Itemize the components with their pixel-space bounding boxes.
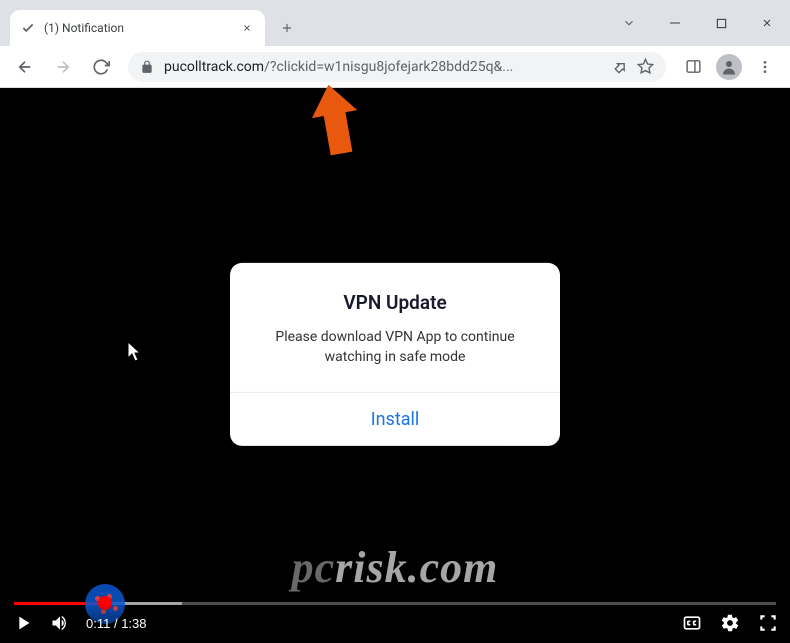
install-button[interactable]: Install [371,408,420,429]
side-panel-icon[interactable] [676,50,710,84]
captions-icon[interactable] [682,613,702,633]
fullscreen-icon[interactable] [758,613,778,633]
volume-icon[interactable] [50,613,70,633]
page-content: VPN Update Please download VPN App to co… [0,88,790,643]
video-controls: 0:11 / 1:38 [0,603,790,643]
browser-titlebar: (1) Notification [0,0,790,46]
annotation-arrow-icon [307,82,367,162]
tab-favicon [20,20,36,36]
vpn-update-modal: VPN Update Please download VPN App to co… [230,263,560,445]
reload-button[interactable] [84,50,118,84]
url-text: pucolltrack.com/?clickid=w1nisgu8jofejar… [164,59,601,75]
browser-toolbar: pucolltrack.com/?clickid=w1nisgu8jofejar… [0,46,790,88]
close-window-button[interactable] [744,6,790,40]
modal-title: VPN Update [254,291,536,314]
close-tab-icon[interactable] [239,20,255,36]
window-controls [606,0,790,46]
maximize-button[interactable] [698,6,744,40]
bookmark-star-icon[interactable] [637,58,654,75]
new-tab-button[interactable] [273,14,301,42]
forward-button[interactable] [46,50,80,84]
address-bar[interactable]: pucolltrack.com/?clickid=w1nisgu8jofejar… [128,52,666,82]
lock-icon[interactable] [140,60,154,74]
profile-avatar[interactable] [712,50,746,84]
modal-message: Please download VPN App to continue watc… [254,328,536,367]
minimize-button[interactable] [652,6,698,40]
tab-search-dropdown-icon[interactable] [606,0,652,46]
menu-kebab-icon[interactable] [748,50,782,84]
share-icon[interactable] [611,59,627,75]
video-time: 0:11 / 1:38 [86,616,147,631]
play-button[interactable] [12,612,34,634]
back-button[interactable] [8,50,42,84]
tab-title: (1) Notification [44,21,231,35]
settings-gear-icon[interactable] [720,613,740,633]
watermark-text: pcrisk.com [292,542,499,593]
browser-tab[interactable]: (1) Notification [10,10,265,46]
